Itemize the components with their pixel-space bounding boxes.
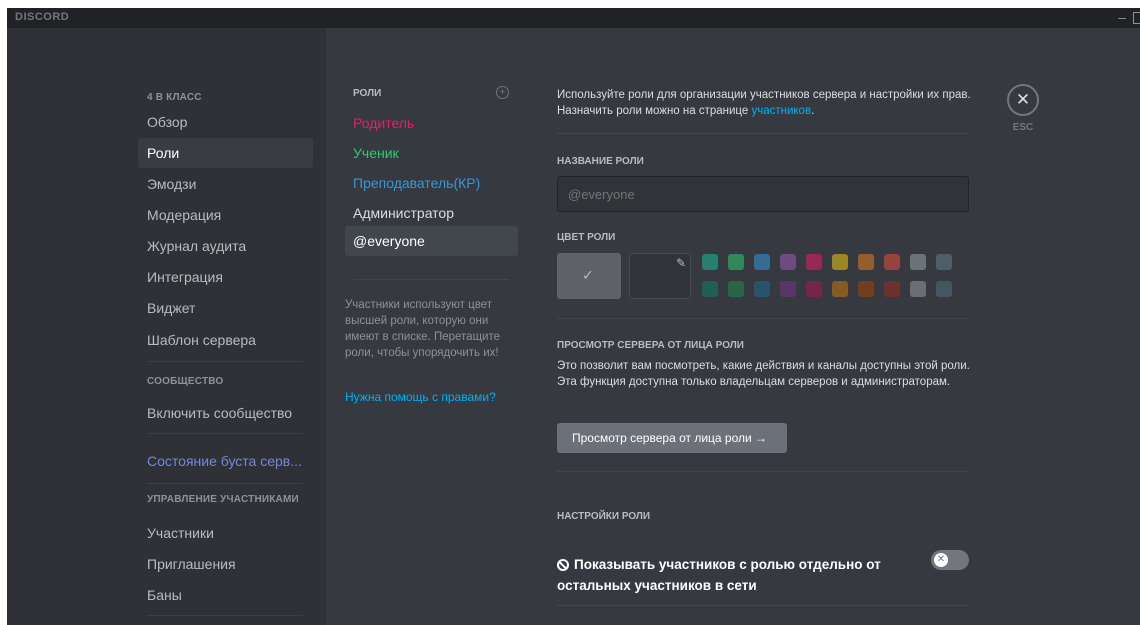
color-swatch[interactable]	[858, 254, 874, 270]
color-swatch[interactable]	[884, 254, 900, 270]
sidebar-divider	[147, 361, 303, 362]
color-swatch[interactable]	[936, 281, 952, 297]
role-item-teacher[interactable]: Преподаватель(КР)	[345, 168, 518, 198]
view-as-role-label: ПРОСМОТР СЕРВЕРА ОТ ЛИЦА РОЛИ	[557, 340, 744, 351]
color-swatch[interactable]	[936, 254, 952, 270]
role-settings-label: НАСТРОЙКИ РОЛИ	[557, 511, 651, 522]
color-swatch[interactable]	[910, 281, 926, 297]
role-item-admin[interactable]: Администратор	[345, 198, 518, 228]
sidebar-item-emoji[interactable]: Эмодзи	[138, 169, 313, 199]
role-name-label: НАЗВАНИЕ РОЛИ	[557, 156, 644, 167]
color-swatch[interactable]	[780, 254, 796, 270]
color-swatch[interactable]	[806, 254, 822, 270]
color-swatch[interactable]	[858, 281, 874, 297]
sidebar-item-invites[interactable]: Приглашения	[138, 549, 313, 579]
settings-sidebar: 4 В КЛАСС Обзор Роли Эмодзи Модерация Жу…	[7, 28, 326, 625]
sidebar-divider	[147, 433, 303, 434]
sidebar-item-boost-status[interactable]: Состояние буста серв...	[138, 446, 313, 476]
sidebar-item-audit-log[interactable]: Журнал аудита	[138, 231, 313, 261]
sidebar-item-bans[interactable]: Баны	[138, 580, 313, 610]
add-role-icon[interactable]: +	[496, 86, 509, 99]
toggle-off-icon: ✕	[934, 553, 948, 567]
sidebar-item-roles[interactable]: Роли	[138, 138, 313, 168]
esc-label: ESC	[1012, 122, 1034, 133]
minimize-button[interactable]: –	[1118, 9, 1126, 25]
color-swatch[interactable]	[806, 281, 822, 297]
display-separately-setting: Показывать участников с ролью отдельно о…	[557, 554, 897, 596]
view-as-role-button[interactable]: Просмотр сервера от лица роли →	[557, 423, 787, 453]
display-separately-text: Показывать участников с ролью отдельно о…	[557, 557, 881, 593]
section-divider	[557, 133, 969, 134]
color-swatch[interactable]	[910, 254, 926, 270]
color-swatch[interactable]	[702, 254, 718, 270]
color-swatch[interactable]	[884, 281, 900, 297]
color-swatch[interactable]	[832, 281, 848, 297]
community-header: СООБЩЕСТВО	[147, 376, 224, 387]
role-color-label: ЦВЕТ РОЛИ	[557, 232, 616, 243]
sidebar-item-widget[interactable]: Виджет	[138, 293, 313, 323]
color-swatch[interactable]	[754, 281, 770, 297]
app-window: DISCORD – 4 В КЛАСС Обзор Роли Эмодзи Мо…	[7, 8, 1140, 625]
color-swatch[interactable]	[728, 281, 744, 297]
title-bar: DISCORD –	[7, 8, 1140, 28]
close-settings[interactable]: ✕ ESC	[1005, 84, 1041, 133]
default-color-swatch[interactable]: ✓	[557, 253, 621, 299]
roles-header: РОЛИ	[353, 88, 382, 99]
color-swatch[interactable]	[754, 254, 770, 270]
color-swatch[interactable]	[702, 281, 718, 297]
permissions-help-link[interactable]: Нужна помощь с правами?	[345, 390, 496, 404]
members-page-link[interactable]: участников	[751, 105, 811, 117]
maximize-button[interactable]	[1133, 12, 1140, 24]
sidebar-item-overview[interactable]: Обзор	[138, 107, 313, 137]
roles-divider	[353, 279, 509, 280]
role-name-input[interactable]	[557, 176, 969, 212]
section-divider	[557, 318, 969, 319]
sidebar-item-enable-community[interactable]: Включить сообщество	[138, 398, 313, 428]
no-symbol-icon	[557, 559, 569, 571]
role-item-everyone[interactable]: @everyone	[345, 226, 518, 256]
custom-color-swatch[interactable]: ✎	[629, 253, 691, 299]
sidebar-item-moderation[interactable]: Модерация	[138, 200, 313, 230]
color-swatch[interactable]	[832, 254, 848, 270]
check-icon: ✓	[582, 267, 594, 283]
role-item-parent[interactable]: Родитель	[345, 108, 518, 138]
section-divider	[557, 471, 969, 472]
roles-intro-text: Используйте роли для организации участни…	[557, 87, 971, 119]
sidebar-divider	[147, 615, 303, 616]
close-icon[interactable]: ✕	[1007, 84, 1039, 116]
intro-text-end: .	[811, 105, 815, 117]
roles-list-panel: РОЛИ + Родитель Ученик Преподаватель(КР)…	[345, 28, 518, 625]
color-swatch[interactable]	[728, 254, 744, 270]
sidebar-item-members[interactable]: Участники	[138, 518, 313, 548]
display-separately-toggle[interactable]: ✕	[931, 550, 969, 570]
sidebar-divider	[147, 483, 303, 484]
view-as-role-description: Это позволит вам посмотреть, какие дейст…	[557, 360, 970, 388]
sidebar-item-integrations[interactable]: Интеграция	[138, 262, 313, 292]
server-name-header: 4 В КЛАСС	[147, 92, 202, 103]
role-item-student[interactable]: Ученик	[345, 138, 518, 168]
sidebar-item-server-template[interactable]: Шаблон сервера	[138, 325, 313, 355]
eyedropper-icon: ✎	[675, 256, 686, 270]
section-divider	[557, 605, 969, 606]
color-swatch[interactable]	[780, 281, 796, 297]
role-settings-panel: Используйте роли для организации участни…	[557, 28, 971, 625]
roles-hint-text: Участники используют цвет высшей роли, к…	[345, 299, 500, 359]
discord-logo: DISCORD	[15, 11, 70, 23]
member-management-header: УПРАВЛЕНИЕ УЧАСТНИКАМИ	[147, 494, 299, 505]
